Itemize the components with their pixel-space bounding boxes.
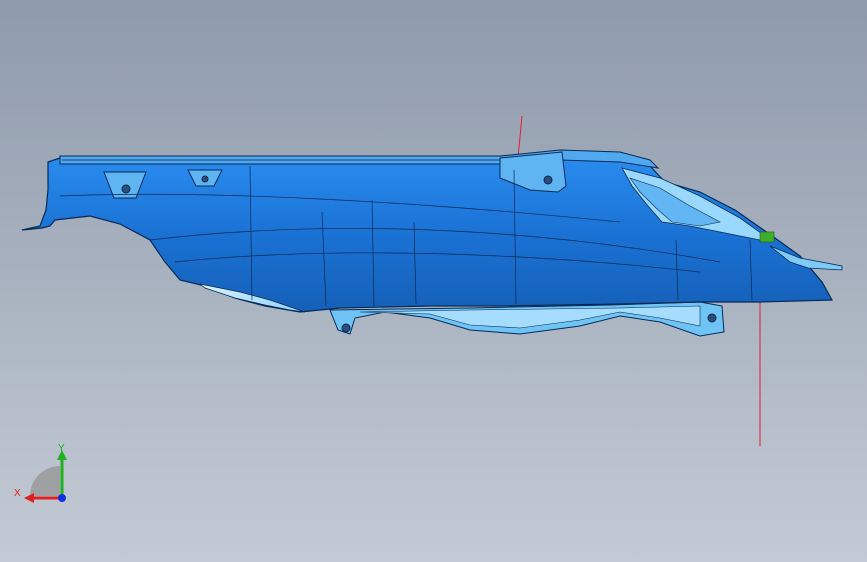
bolt-hole	[543, 175, 553, 185]
x-axis-arrowhead	[24, 493, 34, 503]
z-axis-dot	[58, 494, 66, 502]
bolt-hole	[121, 184, 131, 194]
3d-viewport[interactable]: Y X	[0, 0, 867, 562]
y-axis-label: Y	[58, 443, 65, 454]
bolt-hole	[341, 323, 351, 333]
car-panel-model[interactable]	[0, 0, 867, 562]
triad-base	[30, 466, 60, 496]
x-axis-label: X	[14, 488, 21, 499]
green-marker	[759, 231, 775, 243]
bolt-hole	[201, 175, 209, 183]
bolt-hole	[707, 313, 717, 323]
axis-triad: Y X	[14, 443, 67, 503]
construction-line-top	[517, 115, 523, 159]
